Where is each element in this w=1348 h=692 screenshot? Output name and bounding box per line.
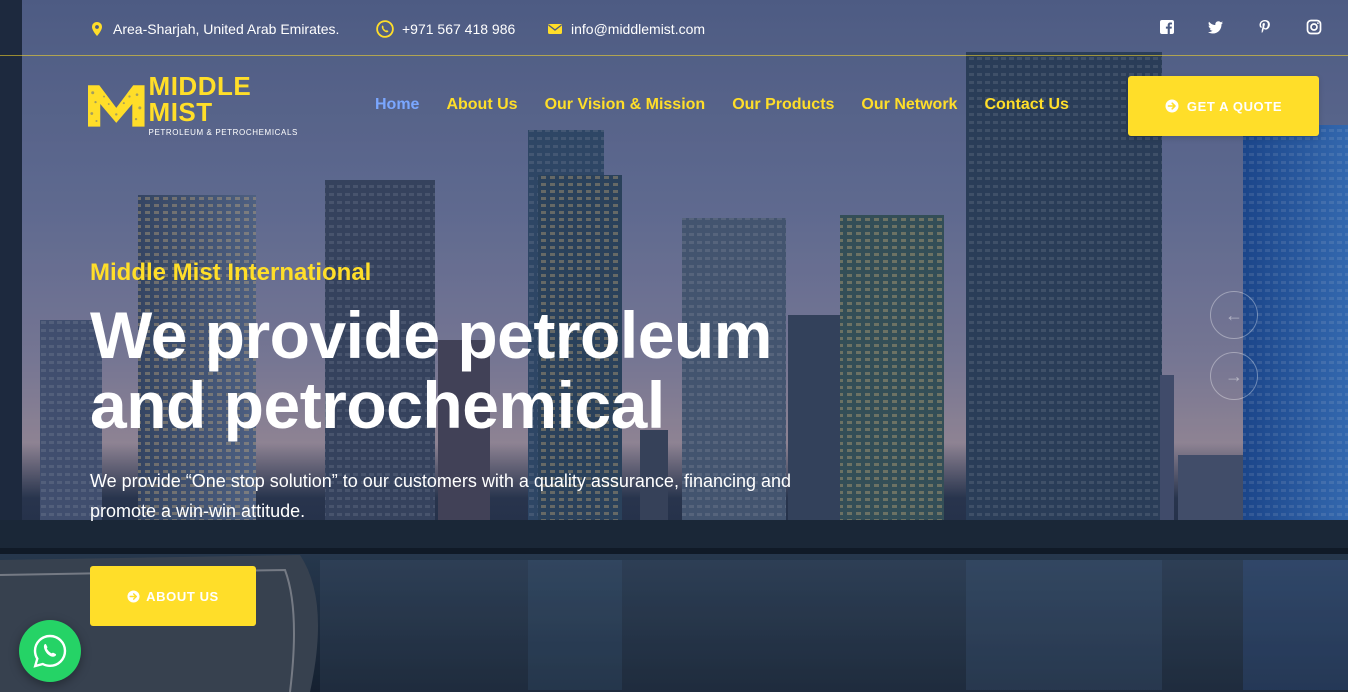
whatsapp-icon xyxy=(376,20,394,38)
address-text: Area-Sharjah, United Arab Emirates. xyxy=(113,21,340,37)
whatsapp-chat-button[interactable] xyxy=(19,620,81,682)
email-text: info@middlemist.com xyxy=(571,21,706,37)
top-contact-bar: Area-Sharjah, United Arab Emirates. +971… xyxy=(0,0,1348,56)
hero-lead-text: We provide “One stop solution” to our cu… xyxy=(90,471,792,521)
facebook-icon[interactable] xyxy=(1159,19,1175,35)
hero-eyebrow: Middle Mist International xyxy=(90,259,372,286)
logo-mark-icon xyxy=(88,85,145,127)
nav-item-our-products[interactable]: Our Products xyxy=(732,96,834,114)
logo-name: MIDDLE MIST xyxy=(148,71,252,127)
arrow-circle-right-icon xyxy=(127,589,140,603)
get-a-quote-label: GET A QUOTE xyxy=(1186,98,1283,114)
whatsapp-icon xyxy=(33,634,67,668)
nav-item-contact-us[interactable]: Contact Us xyxy=(984,96,1068,114)
nav-item-vision-mission[interactable]: Our Vision & Mission xyxy=(545,96,706,114)
slider-next-button[interactable]: → xyxy=(1210,352,1258,400)
address-item: Area-Sharjah, United Arab Emirates. xyxy=(89,19,339,39)
arrow-left-icon: ← xyxy=(1225,304,1243,325)
social-links xyxy=(1159,19,1322,35)
about-us-button[interactable]: ABOUT US xyxy=(90,566,256,626)
nav-item-about-us[interactable]: About Us xyxy=(446,96,517,114)
about-us-label: ABOUT US xyxy=(146,588,219,604)
logo-text: MIDDLE MIST PETROLEUM & PETROCHEMICALS xyxy=(149,73,313,137)
phone-text: +971 567 418 986 xyxy=(402,21,516,37)
pinterest-icon[interactable] xyxy=(1257,19,1273,35)
arrow-circle-right-icon xyxy=(1165,99,1179,113)
get-a-quote-button[interactable]: GET A QUOTE xyxy=(1128,76,1319,136)
map-pin-icon xyxy=(92,22,102,36)
arrow-right-icon: → xyxy=(1225,365,1243,386)
envelope-icon xyxy=(548,24,562,34)
phone-item[interactable]: +971 567 418 986 xyxy=(376,19,515,39)
slider-prev-button[interactable]: ← xyxy=(1210,291,1258,339)
hero-headline: We provide petroleum and petrochemical xyxy=(90,298,772,442)
instagram-icon[interactable] xyxy=(1306,19,1322,35)
site-logo[interactable]: MIDDLE MIST PETROLEUM & PETROCHEMICALS xyxy=(88,73,313,137)
logo-tagline: PETROLEUM & PETROCHEMICALS xyxy=(148,128,298,137)
email-item[interactable]: info@middlemist.com xyxy=(547,19,705,39)
nav-item-home[interactable]: Home xyxy=(375,96,419,114)
main-nav: Home About Us Our Vision & Mission Our P… xyxy=(375,96,1069,114)
nav-item-our-network[interactable]: Our Network xyxy=(861,96,957,114)
twitter-icon[interactable] xyxy=(1208,19,1224,35)
